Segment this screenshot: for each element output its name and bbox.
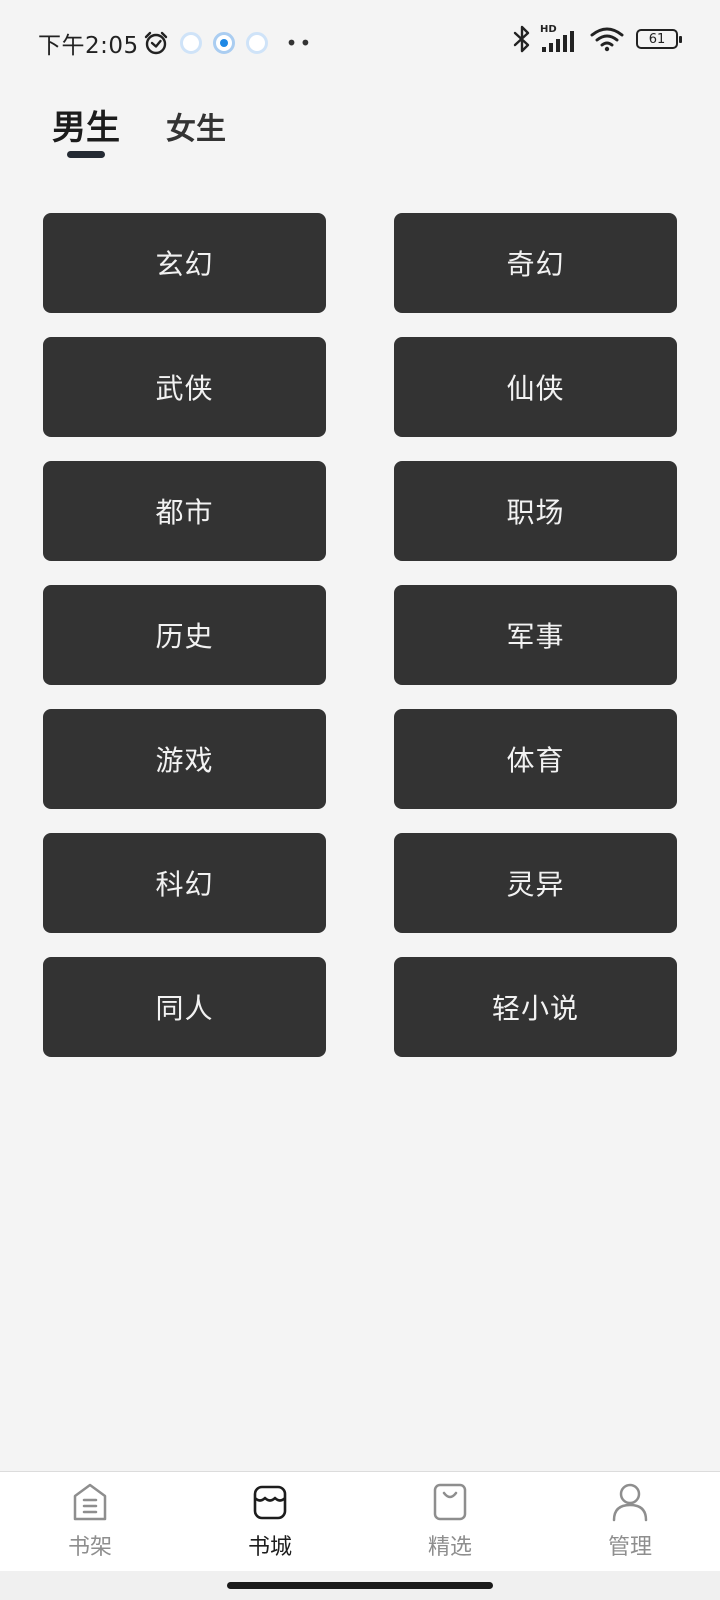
category-label: 玄幻 <box>155 248 214 281</box>
status-left: 下午2:05 •• <box>38 26 313 60</box>
battery-level: 61 <box>648 31 666 47</box>
nav-label: 书城 <box>247 1535 292 1560</box>
category-button-junshi[interactable]: 军事 <box>394 585 677 685</box>
status-time: 下午2:05 <box>38 33 139 59</box>
category-button-youxi[interactable]: 游戏 <box>43 709 326 809</box>
app-screen: 下午2:05 •• HD 61 男生 女生 玄幻 奇幻 武侠 仙侠 都市 职场 … <box>0 0 720 1600</box>
tab-indicator <box>67 151 105 158</box>
tab-male[interactable]: 男生 <box>52 100 120 160</box>
bookstore-icon <box>252 1482 288 1522</box>
category-button-qihuan[interactable]: 奇幻 <box>394 213 677 313</box>
category-button-tiyu[interactable]: 体育 <box>394 709 677 809</box>
category-label: 都市 <box>155 496 214 529</box>
nav-item-manage[interactable]: 管理 <box>540 1472 720 1572</box>
nav-item-bookstore[interactable]: 书城 <box>180 1472 360 1572</box>
category-button-lishi[interactable]: 历史 <box>43 585 326 685</box>
notification-icon <box>245 32 268 54</box>
bottom-nav: 书架 书城 精选 管理 <box>0 1471 720 1571</box>
nav-item-bookshelf[interactable]: 书架 <box>0 1472 180 1572</box>
category-button-tongren[interactable]: 同人 <box>43 957 326 1057</box>
nav-label: 书架 <box>67 1535 112 1560</box>
category-label: 灵异 <box>506 868 565 901</box>
category-label: 仙侠 <box>506 372 565 405</box>
category-label: 职场 <box>506 496 565 529</box>
more-dots-icon: •• <box>285 31 314 55</box>
category-grid: 玄幻 奇幻 武侠 仙侠 都市 职场 历史 军事 游戏 体育 科幻 灵异 同人 轻… <box>43 213 677 1057</box>
category-label: 武侠 <box>155 372 214 405</box>
status-bar: 下午2:05 •• HD 61 <box>0 0 720 84</box>
status-right: HD 61 <box>512 24 682 54</box>
category-button-xuanhuan[interactable]: 玄幻 <box>43 213 326 313</box>
category-button-xianxia[interactable]: 仙侠 <box>394 337 677 437</box>
gender-tabs: 男生 女生 <box>52 100 226 160</box>
notification-icon <box>179 32 202 54</box>
bookshelf-icon <box>72 1482 108 1522</box>
wifi-icon <box>590 25 624 53</box>
battery-icon: 61 <box>636 29 682 49</box>
nav-label: 管理 <box>607 1535 652 1560</box>
shopping-bag-icon <box>432 1482 468 1522</box>
tab-female[interactable]: 女生 <box>166 100 226 160</box>
category-label: 军事 <box>506 620 565 653</box>
category-button-kehuan[interactable]: 科幻 <box>43 833 326 933</box>
user-icon <box>611 1482 649 1522</box>
category-button-lingyi[interactable]: 灵异 <box>394 833 677 933</box>
bluetooth-icon <box>512 24 532 54</box>
category-label: 科幻 <box>155 868 214 901</box>
home-gesture-bar[interactable] <box>227 1582 493 1589</box>
category-label: 奇幻 <box>506 248 565 281</box>
hd-signal-icon: HD <box>540 24 580 54</box>
category-label: 历史 <box>155 620 214 653</box>
nav-label: 精选 <box>427 1535 472 1560</box>
category-label: 同人 <box>155 992 214 1025</box>
alarm-icon <box>143 30 169 56</box>
category-button-zhichang[interactable]: 职场 <box>394 461 677 561</box>
category-label: 游戏 <box>155 744 214 777</box>
tab-label: 女生 <box>166 112 226 147</box>
category-button-wuxia[interactable]: 武侠 <box>43 337 326 437</box>
category-button-qingxiaoshuo[interactable]: 轻小说 <box>394 957 677 1057</box>
category-button-dushi[interactable]: 都市 <box>43 461 326 561</box>
nav-item-featured[interactable]: 精选 <box>360 1472 540 1572</box>
tab-label: 男生 <box>52 108 120 148</box>
notification-icon <box>212 32 235 54</box>
category-label: 轻小说 <box>491 992 579 1025</box>
category-label: 体育 <box>506 744 565 777</box>
